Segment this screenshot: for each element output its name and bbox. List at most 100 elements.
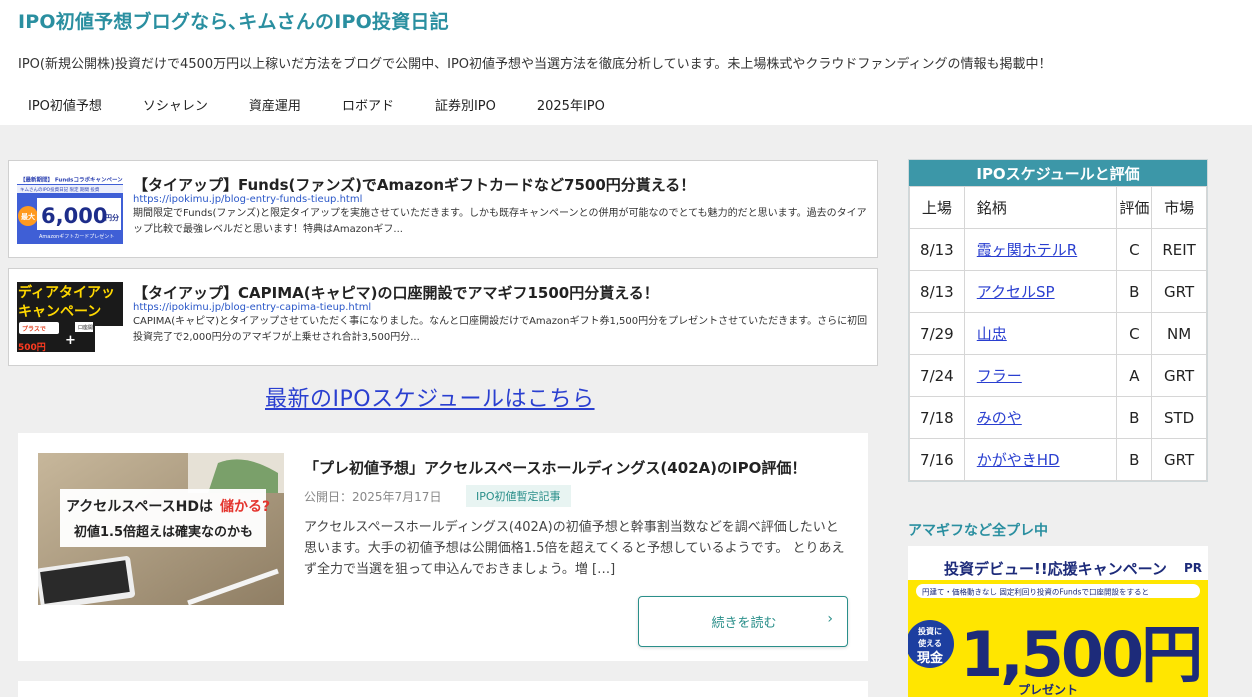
svg-text:+: +	[65, 333, 76, 348]
nav-item-asset-management[interactable]: 資産運用	[228, 88, 321, 118]
listing-date: 7/24	[909, 354, 965, 397]
svg-text:円分: 円分	[105, 213, 119, 222]
svg-text:アクセルスペースHDは: アクセルスペースHDは	[66, 499, 213, 515]
stock-name[interactable]: フラー	[963, 354, 1118, 397]
funds-campaign-image: 【最新期間】 Fundsコラボキャンペーン キムさんのIPO投資日記 限定 期間…	[17, 174, 123, 244]
svg-text:キャンペーン: キャンペーン	[18, 304, 101, 320]
market: STD	[1151, 396, 1207, 439]
market: GRT	[1151, 354, 1207, 397]
article-excerpt: アクセルスペースホールディングス(402A)の初値予想と幹事割当数などを調べ評価…	[304, 520, 845, 577]
stock-name[interactable]: 山忠	[963, 312, 1118, 355]
rating: B	[1116, 438, 1153, 481]
listing-date: 8/13	[909, 228, 965, 271]
table-header-row: 上場 銘柄 評価 市場	[909, 186, 1207, 229]
tieup-excerpt-capima: CAPIMA(キャピマ)とタイアップさせていただく事になりました。なんと口座開設…	[133, 316, 868, 343]
market: GRT	[1151, 438, 1207, 481]
nav-item-2025-ipo[interactable]: 2025年IPO	[516, 88, 625, 118]
article-thumbnail-image: アクセルスペースHDは 儲かる? 初値1.5倍超えは確実なのかも	[38, 453, 284, 605]
tieup-title-funds[interactable]: 【タイアップ】Funds(ファンズ)でAmazonギフトカードなど7500円分貰…	[133, 174, 695, 195]
article-thumbnail[interactable]: アクセルスペースHDは 儲かる? 初値1.5倍超えは確実なのかも	[38, 453, 284, 605]
article-title[interactable]: 「プレ初値予想」アクセルスペースホールディングス(402A)のIPO評価！	[304, 457, 806, 478]
ipo-schedule-table: 上場 銘柄 評価 市場 8/13 霞ヶ関ホテルR C REIT 8/13 アクセ…	[909, 186, 1207, 481]
site-header: IPO初値予想ブログなら､キムさんのIPO投資日記 IPO(新規公開株)投資だけ…	[0, 0, 1252, 125]
rating: B	[1116, 396, 1153, 439]
stock-name[interactable]: アクセルSP	[963, 270, 1118, 313]
tieup-url-capima[interactable]: https://ipokimu.jp/blog-entry-capima-tie…	[133, 302, 371, 313]
svg-text:使える: 使える	[917, 638, 942, 648]
next-article-card	[18, 681, 868, 697]
svg-text:初値1.5倍超えは確実なのかも: 初値1.5倍超えは確実なのかも	[74, 524, 253, 540]
col-header-market: 市場	[1151, 186, 1207, 229]
article-card: アクセルスペースHDは 儲かる? 初値1.5倍超えは確実なのかも 「プレ初値予想…	[18, 433, 868, 661]
nav-item-broker-ipo[interactable]: 証券別IPO	[414, 88, 516, 118]
stock-link[interactable]: 霞ヶ関ホテルR	[977, 241, 1077, 259]
listing-date: 7/18	[909, 396, 965, 439]
listing-date: 7/29	[909, 312, 965, 355]
col-header-stock: 銘柄	[963, 186, 1118, 229]
listing-date: 7/16	[909, 438, 965, 481]
rating: C	[1116, 228, 1153, 271]
col-header-rating: 評価	[1116, 186, 1153, 229]
svg-text:Amazonギフトカードプレゼント: Amazonギフトカードプレゼント	[39, 233, 114, 240]
read-more-button[interactable]: 続きを読む ›	[638, 596, 848, 647]
svg-text:儲かる?: 儲かる?	[219, 498, 270, 515]
global-nav: IPO初値予想 ソシャレン 資産運用 ロボアド 証券別IPO 2025年IPO	[0, 88, 625, 118]
svg-text:500円: 500円	[18, 342, 46, 352]
col-header-listing: 上場	[909, 186, 965, 229]
nav-item-social-lending[interactable]: ソシャレン	[122, 88, 228, 118]
site-title[interactable]: IPO初値予想ブログなら､キムさんのIPO投資日記	[18, 7, 449, 34]
nav-item-ipo-prediction[interactable]: IPO初値予想	[0, 88, 122, 118]
svg-text:【最新期間】 Fundsコラボキャンペーン: 【最新期間】 Fundsコラボキャンペーン	[20, 176, 123, 184]
svg-text:投資に: 投資に	[918, 626, 942, 636]
ipo-schedule-link[interactable]: 最新のIPOスケジュールはこちら	[265, 381, 595, 413]
table-row: 7/24 フラー A GRT	[909, 354, 1207, 397]
site-description: IPO(新規公開株)投資だけで4500万円以上稼いだ方法をブログで公開中、IPO…	[18, 57, 1052, 72]
stock-link[interactable]: アクセルSP	[977, 283, 1055, 301]
article-category-badge[interactable]: IPO初値暫定記事	[466, 485, 571, 507]
stock-link[interactable]: フラー	[977, 367, 1022, 385]
capima-campaign-thumbnail[interactable]: ディアタイアッ キャンペーン プラスで 口座開設で + 500円	[17, 282, 123, 352]
stock-name[interactable]: みのや	[963, 396, 1118, 439]
svg-text:6,000: 6,000	[41, 204, 107, 228]
stock-name[interactable]: かがやきHD	[963, 438, 1118, 481]
rating: B	[1116, 270, 1153, 313]
market: GRT	[1151, 270, 1207, 313]
stock-link[interactable]: 山忠	[977, 325, 1007, 343]
nav-item-robo-advisor[interactable]: ロボアド	[321, 88, 414, 118]
stock-name[interactable]: 霞ヶ関ホテルR	[963, 228, 1118, 271]
svg-text:PR: PR	[1184, 561, 1202, 575]
sidebar-campaign-title: アマギフなど全プレ中	[908, 523, 1048, 539]
svg-text:プラスで: プラスで	[22, 325, 46, 333]
listing-date: 8/13	[909, 270, 965, 313]
stock-link[interactable]: かがやきHD	[977, 451, 1060, 469]
tieup-card-capima[interactable]: ディアタイアッ キャンペーン プラスで 口座開設で + 500円 【タイアップ】…	[8, 268, 878, 366]
svg-text:最大: 最大	[21, 212, 35, 221]
table-row: 8/13 霞ヶ関ホテルR C REIT	[909, 228, 1207, 271]
stock-link[interactable]: みのや	[977, 409, 1022, 427]
funds-campaign-banner[interactable]: 投資デビュー!!応援キャンペーン PR 円建て・価格動きなし 固定利回り投資のF…	[908, 546, 1208, 697]
svg-text:ディアタイアッ: ディアタイアッ	[18, 284, 115, 301]
svg-text:プレゼント: プレゼント	[1018, 682, 1078, 697]
tieup-card-funds[interactable]: 【最新期間】 Fundsコラボキャンペーン キムさんのIPO投資日記 限定 期間…	[8, 160, 878, 258]
read-more-label: 続きを読む	[711, 616, 777, 631]
table-row: 7/29 山忠 C NM	[909, 312, 1207, 355]
funds-banner-image: 投資デビュー!!応援キャンペーン PR 円建て・価格動きなし 固定利回り投資のF…	[908, 546, 1208, 697]
ipo-schedule-widget: IPOスケジュールと評価 上場 銘柄 評価 市場 8/13 霞ヶ関ホテルR C …	[908, 159, 1208, 482]
table-row: 7/18 みのや B STD	[909, 396, 1207, 439]
svg-text:キムさんのIPO投資日記 限定 期間 投資: キムさんのIPO投資日記 限定 期間 投資	[20, 186, 100, 193]
tieup-excerpt-funds: 期間限定でFunds(ファンズ)と限定タイアップを実施させていただきます。しかも…	[133, 208, 867, 235]
tieup-url-funds[interactable]: https://ipokimu.jp/blog-entry-funds-tieu…	[133, 194, 362, 205]
svg-text:投資デビュー!!応援キャンペーン: 投資デビュー!!応援キャンペーン	[944, 560, 1167, 578]
table-row: 7/16 かがやきHD B GRT	[909, 438, 1207, 481]
chevron-right-icon: ›	[827, 611, 833, 627]
svg-text:1,500円: 1,500円	[960, 618, 1200, 691]
market: NM	[1151, 312, 1207, 355]
funds-campaign-thumbnail[interactable]: 【最新期間】 Fundsコラボキャンペーン キムさんのIPO投資日記 限定 期間…	[17, 174, 123, 244]
market: REIT	[1151, 228, 1207, 271]
svg-text:現金: 現金	[917, 650, 944, 666]
capima-campaign-image: ディアタイアッ キャンペーン プラスで 口座開設で + 500円	[17, 282, 123, 352]
ipo-schedule-title: IPOスケジュールと評価	[909, 160, 1207, 186]
tieup-title-capima[interactable]: 【タイアップ】CAPIMA(キャピマ)の口座開設でアマギフ1500円分貰える！	[133, 282, 659, 303]
svg-text:円建て・価格動きなし 固定利回り投資のFundsで口座開設を: 円建て・価格動きなし 固定利回り投資のFundsで口座開設をすると	[922, 587, 1149, 597]
article-date: 公開日：2025年7月17日	[304, 490, 442, 504]
